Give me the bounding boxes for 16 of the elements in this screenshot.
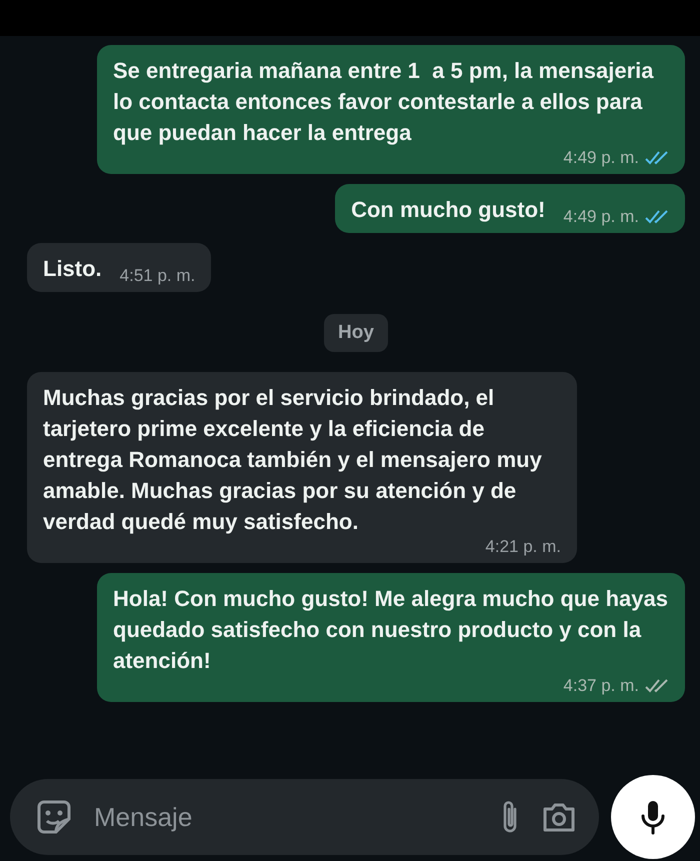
message-time: 4:21 p. m.: [485, 537, 561, 557]
sticker-icon[interactable]: [36, 799, 72, 835]
date-chip: Hoy: [324, 314, 388, 352]
message-time: 4:51 p. m.: [120, 266, 196, 286]
message-field[interactable]: Mensaje: [10, 779, 599, 855]
microphone-icon: [640, 799, 666, 835]
message-time: 4:49 p. m.: [563, 148, 639, 168]
message-time: 4:37 p. m.: [563, 676, 639, 696]
message-text: Con mucho gusto!: [351, 196, 546, 224]
message-text: Listo.: [43, 255, 102, 283]
message-text: Muchas gracias por el servicio brindado, el tarjetero prime excelente y la eficiencia de entrega Romanoca también y el mensajero muy amable. Muchas gracias por su atención y de verdad quedé muy satisfecho.: [43, 384, 543, 536]
message-input[interactable]: Mensaje: [92, 800, 479, 834]
message-time: 4:49 p. m.: [563, 207, 639, 227]
message-text: Hola! Con mucho gusto! Me alegra mucho que hayas quedado satisfecho con nuestro producto y con la atención!: [113, 585, 669, 675]
message-text: Se entregaria mañana entre 1 a 5 pm, la mensajeria lo contacta entonces favor contestarle a ellos para que puedan hacer la entrega: [113, 57, 655, 147]
camera-icon[interactable]: [541, 801, 577, 833]
